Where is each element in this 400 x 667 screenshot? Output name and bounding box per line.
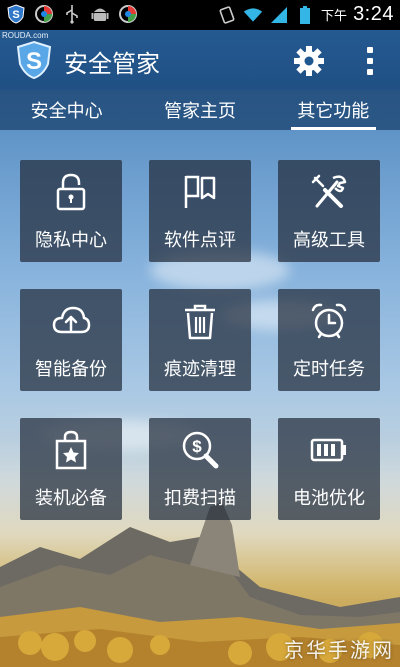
- alarm-clock-icon: [311, 303, 347, 339]
- tile-essential-apps[interactable]: 装机必备: [20, 418, 122, 520]
- tile-label: 痕迹清理: [164, 359, 236, 380]
- tile-label: 智能备份: [35, 359, 107, 380]
- tab-security-center[interactable]: 安全中心: [0, 90, 133, 130]
- app-logo-shield-icon: S: [16, 40, 52, 80]
- comment-flag-icon: [184, 175, 216, 208]
- tile-label: 装机必备: [35, 488, 107, 509]
- svg-text:$: $: [192, 437, 202, 456]
- tile-label: 扣费扫描: [164, 488, 236, 509]
- tab-bar: 安全中心 管家主页 其它功能: [0, 90, 400, 130]
- tile-label: 软件点评: [164, 230, 236, 251]
- tile-privacy-center[interactable]: 隐私中心: [20, 160, 122, 262]
- android-icon: [90, 4, 110, 24]
- tile-scheduled-tasks[interactable]: 定时任务: [278, 289, 380, 391]
- signal-icon: [269, 5, 289, 25]
- gear-icon: [294, 46, 324, 76]
- tile-label: 定时任务: [293, 359, 365, 380]
- app-header: S 安全管家: [0, 30, 400, 90]
- tools-icon: [311, 174, 347, 208]
- status-ampm: 下午: [321, 9, 348, 24]
- tab-other-functions[interactable]: 其它功能: [267, 90, 400, 130]
- lock-icon: [56, 173, 86, 211]
- tile-trace-cleanup[interactable]: 痕迹清理: [149, 289, 251, 391]
- usb-icon: [62, 4, 82, 24]
- tile-label: 隐私中心: [35, 230, 107, 251]
- shield-app-icon: S: [6, 4, 26, 24]
- svg-text:S: S: [12, 9, 19, 21]
- tile-app-review[interactable]: 软件点评: [149, 160, 251, 262]
- tile-label: 电池优化: [293, 488, 365, 509]
- status-bar: S 下午 3:24: [0, 0, 400, 30]
- trash-icon: [185, 304, 215, 340]
- tile-fee-scan[interactable]: $ 扣费扫描: [149, 418, 251, 520]
- money-search-icon: $: [182, 431, 219, 469]
- watermark: 京华手游网: [284, 638, 394, 662]
- shopping-bag-star-icon: [55, 430, 87, 470]
- tile-label: 高级工具: [293, 230, 365, 251]
- tile-advanced-tools[interactable]: 高级工具: [278, 160, 380, 262]
- status-time: 3:24: [353, 3, 394, 25]
- cloud-upload-icon: [52, 306, 91, 334]
- browser-icon: [34, 4, 54, 24]
- svg-text:S: S: [26, 48, 42, 75]
- tile-battery-optimize[interactable]: 电池优化: [278, 418, 380, 520]
- vibrate-icon: [217, 5, 237, 25]
- battery-icon: [310, 438, 346, 462]
- settings-button[interactable]: [292, 44, 326, 78]
- browser-icon: [118, 4, 138, 24]
- overflow-menu-icon: [367, 47, 373, 53]
- app-title: 安全管家: [64, 50, 160, 78]
- battery-icon: [295, 5, 315, 25]
- overflow-menu-button[interactable]: [356, 42, 384, 80]
- watermark-top: ROUDA.com: [2, 31, 49, 40]
- wifi-icon: [243, 5, 263, 25]
- tile-smart-backup[interactable]: 智能备份: [20, 289, 122, 391]
- tab-home[interactable]: 管家主页: [133, 90, 266, 130]
